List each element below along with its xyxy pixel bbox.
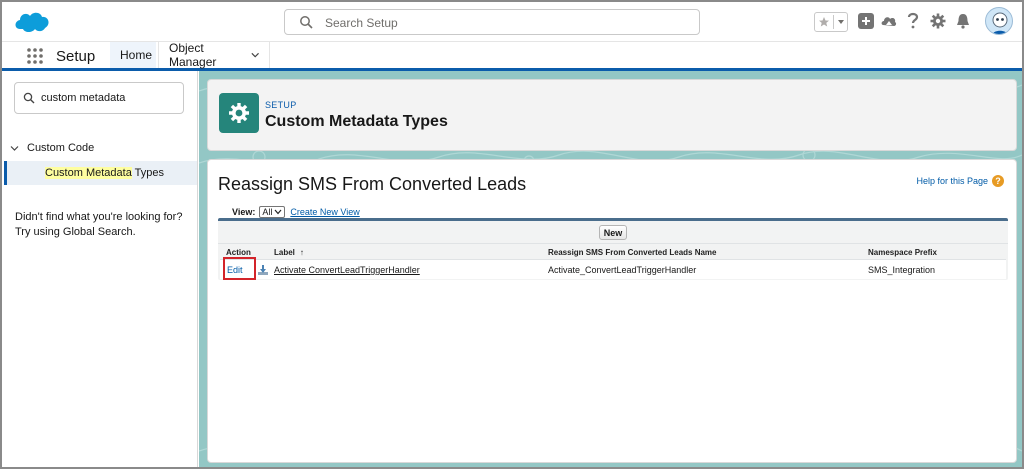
star-icon (818, 17, 829, 27)
chevron-down-icon (274, 209, 282, 215)
sort-ascending-icon: ↑ (299, 247, 304, 257)
setup-content-area: SETUP Custom Metadata Types Reassign SMS… (199, 71, 1022, 467)
help-for-page-link[interactable]: Help for this Page ? (916, 175, 1004, 187)
view-select-value: All (262, 207, 273, 217)
column-header-name[interactable]: Reassign SMS From Converted Leads Name (548, 244, 717, 260)
tree-node-label: Custom Code (27, 142, 95, 154)
quick-find-value: custom metadata (41, 92, 126, 104)
quick-find-input[interactable]: custom metadata (14, 82, 184, 114)
global-search-box[interactable]: Search Setup (284, 9, 700, 35)
avatar[interactable] (985, 7, 1013, 35)
trailhead-icon[interactable] (880, 12, 898, 30)
tree-leaf-label-rest: Types (131, 167, 165, 179)
view-select[interactable]: All (259, 206, 286, 218)
tab-home[interactable]: Home (110, 42, 156, 71)
download-icon[interactable] (257, 264, 269, 276)
page-title: Custom Metadata Types (265, 113, 448, 130)
search-icon (23, 92, 35, 104)
table-header: Action Label ↑ Reassign SMS From Convert… (218, 243, 1008, 259)
new-button[interactable]: New (599, 225, 627, 240)
edit-highlight-box (223, 257, 256, 280)
help-icon[interactable] (906, 12, 920, 30)
add-icon[interactable] (858, 13, 874, 29)
setup-gear-icon (219, 93, 259, 133)
chevron-down-icon (10, 145, 19, 151)
tab-object-manager-label: Object Manager (169, 41, 217, 69)
records-table: New Action Label ↑ Reassign SMS From Con… (218, 218, 1008, 280)
no-results-hint-line1: Didn't find what you're looking for? (15, 211, 183, 223)
tree-node-custom-code[interactable]: Custom Code (10, 142, 94, 154)
list-view-card: Reassign SMS From Converted Leads Help f… (207, 159, 1017, 463)
salesforce-cloud-logo[interactable] (12, 9, 52, 35)
help-icon: ? (992, 175, 1004, 187)
view-label: View: (232, 207, 256, 217)
no-results-hint-line2: Try using Global Search. (15, 226, 136, 238)
page-header-eyebrow: SETUP (265, 100, 297, 110)
page-header: SETUP Custom Metadata Types (207, 79, 1017, 151)
gear-icon[interactable] (930, 13, 946, 29)
create-new-view-link[interactable]: Create New View (290, 207, 359, 217)
search-match-highlight: Custom Metadata (45, 167, 132, 179)
context-nav-bar: Setup Home Object Manager (2, 41, 1022, 71)
record-namespace-prefix: SMS_Integration (868, 265, 936, 275)
chevron-down-icon[interactable] (251, 51, 259, 59)
setup-sidebar: custom metadata Custom Code Custom Metad… (2, 71, 198, 467)
browser-frame: Search Setup Setup Home Object Manager c… (0, 0, 1024, 469)
list-title: Reassign SMS From Converted Leads (218, 174, 527, 194)
chevron-down-icon (837, 20, 844, 24)
table-row: Edit Activate ConvertLeadTriggerHandler … (220, 259, 1006, 279)
record-label-link[interactable]: Activate ConvertLeadTriggerHandler (274, 265, 420, 275)
global-header: Search Setup (2, 2, 1022, 42)
search-icon (300, 16, 313, 29)
column-header-label-text: Label (274, 247, 295, 257)
tab-home-label: Home (120, 48, 153, 62)
favorites-button[interactable] (814, 12, 848, 32)
app-name: Setup (56, 48, 96, 65)
record-api-name: Activate_ConvertLeadTriggerHandler (548, 265, 697, 275)
bell-icon[interactable] (955, 13, 971, 29)
view-selector-row: View: All Create New View (232, 206, 360, 218)
help-link-label: Help for this Page (916, 176, 988, 186)
column-header-label[interactable]: Label ↑ (274, 244, 304, 260)
tree-leaf-custom-metadata-types[interactable]: Custom Metadata Types (4, 161, 197, 185)
search-placeholder: Search Setup (325, 16, 398, 30)
app-launcher-icon[interactable] (26, 47, 44, 65)
tab-object-manager[interactable]: Object Manager (158, 41, 270, 69)
column-header-namespace[interactable]: Namespace Prefix (868, 244, 937, 260)
no-results-hint: Didn't find what you're looking for? Try… (15, 210, 190, 240)
